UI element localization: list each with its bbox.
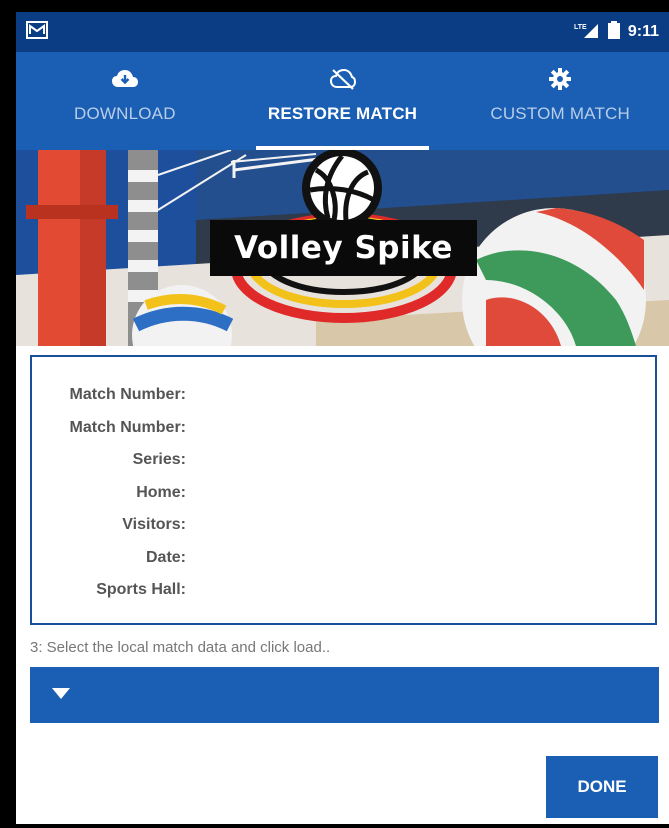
info-row-sports-hall: Sports Hall:	[32, 574, 655, 607]
gear-icon	[547, 66, 573, 92]
tab-custom-match-label: CUSTOM MATCH	[490, 104, 630, 123]
info-row-visitors: Visitors:	[32, 509, 655, 542]
status-time: 9:11	[627, 23, 659, 40]
battery-icon	[607, 20, 620, 44]
tab-custom-match[interactable]: CUSTOM MATCH	[451, 52, 669, 150]
instruction-text: 3: Select the local match data and click…	[30, 639, 331, 656]
visitors-label: Visitors:	[122, 516, 186, 534]
match-info-card: Match Number: Match Number: Series: Home…	[30, 355, 657, 625]
match-number-label-2: Match Number:	[69, 418, 186, 436]
date-label: Date:	[145, 548, 186, 566]
status-bar: LTE 9:11	[16, 12, 669, 52]
svg-text:LTE: LTE	[574, 24, 587, 31]
tab-bar: DOWNLOAD RESTORE MATCH CUSTOM MATCH	[16, 52, 669, 150]
lte-signal-icon: LTE	[574, 21, 600, 44]
tab-restore-match[interactable]: RESTORE MATCH	[234, 52, 452, 150]
home-label: Home:	[136, 483, 186, 501]
done-button[interactable]: DONE	[546, 756, 658, 818]
match-number-label: Match Number:	[69, 386, 186, 404]
cloud-download-icon	[111, 66, 138, 92]
tab-download[interactable]: DOWNLOAD	[16, 52, 234, 150]
info-row-series: Series:	[32, 444, 655, 477]
dropdown-arrow-icon	[52, 686, 70, 704]
volley-spike-banner: Volley Spike	[16, 150, 669, 346]
tab-restore-match-label: RESTORE MATCH	[267, 104, 418, 123]
app-screen: LTE 9:11 DOWNLOAD RESTORE MATCH CUSTOM M…	[16, 12, 669, 824]
info-row-home: Home:	[32, 477, 655, 510]
banner-title: Volley Spike	[210, 220, 477, 276]
info-row-match-number: Match Number:	[32, 379, 655, 412]
gmail-notification-icon	[26, 20, 48, 44]
sports-hall-label: Sports Hall:	[96, 581, 186, 599]
info-row-match-number-2: Match Number:	[32, 412, 655, 445]
device-frame: LTE 9:11 DOWNLOAD RESTORE MATCH CUSTOM M…	[0, 0, 669, 828]
cloud-off-icon	[329, 66, 356, 92]
local-match-dropdown[interactable]	[30, 667, 659, 723]
info-row-date: Date:	[32, 542, 655, 575]
tab-download-label: DOWNLOAD	[73, 104, 176, 123]
series-label: Series:	[132, 451, 186, 469]
